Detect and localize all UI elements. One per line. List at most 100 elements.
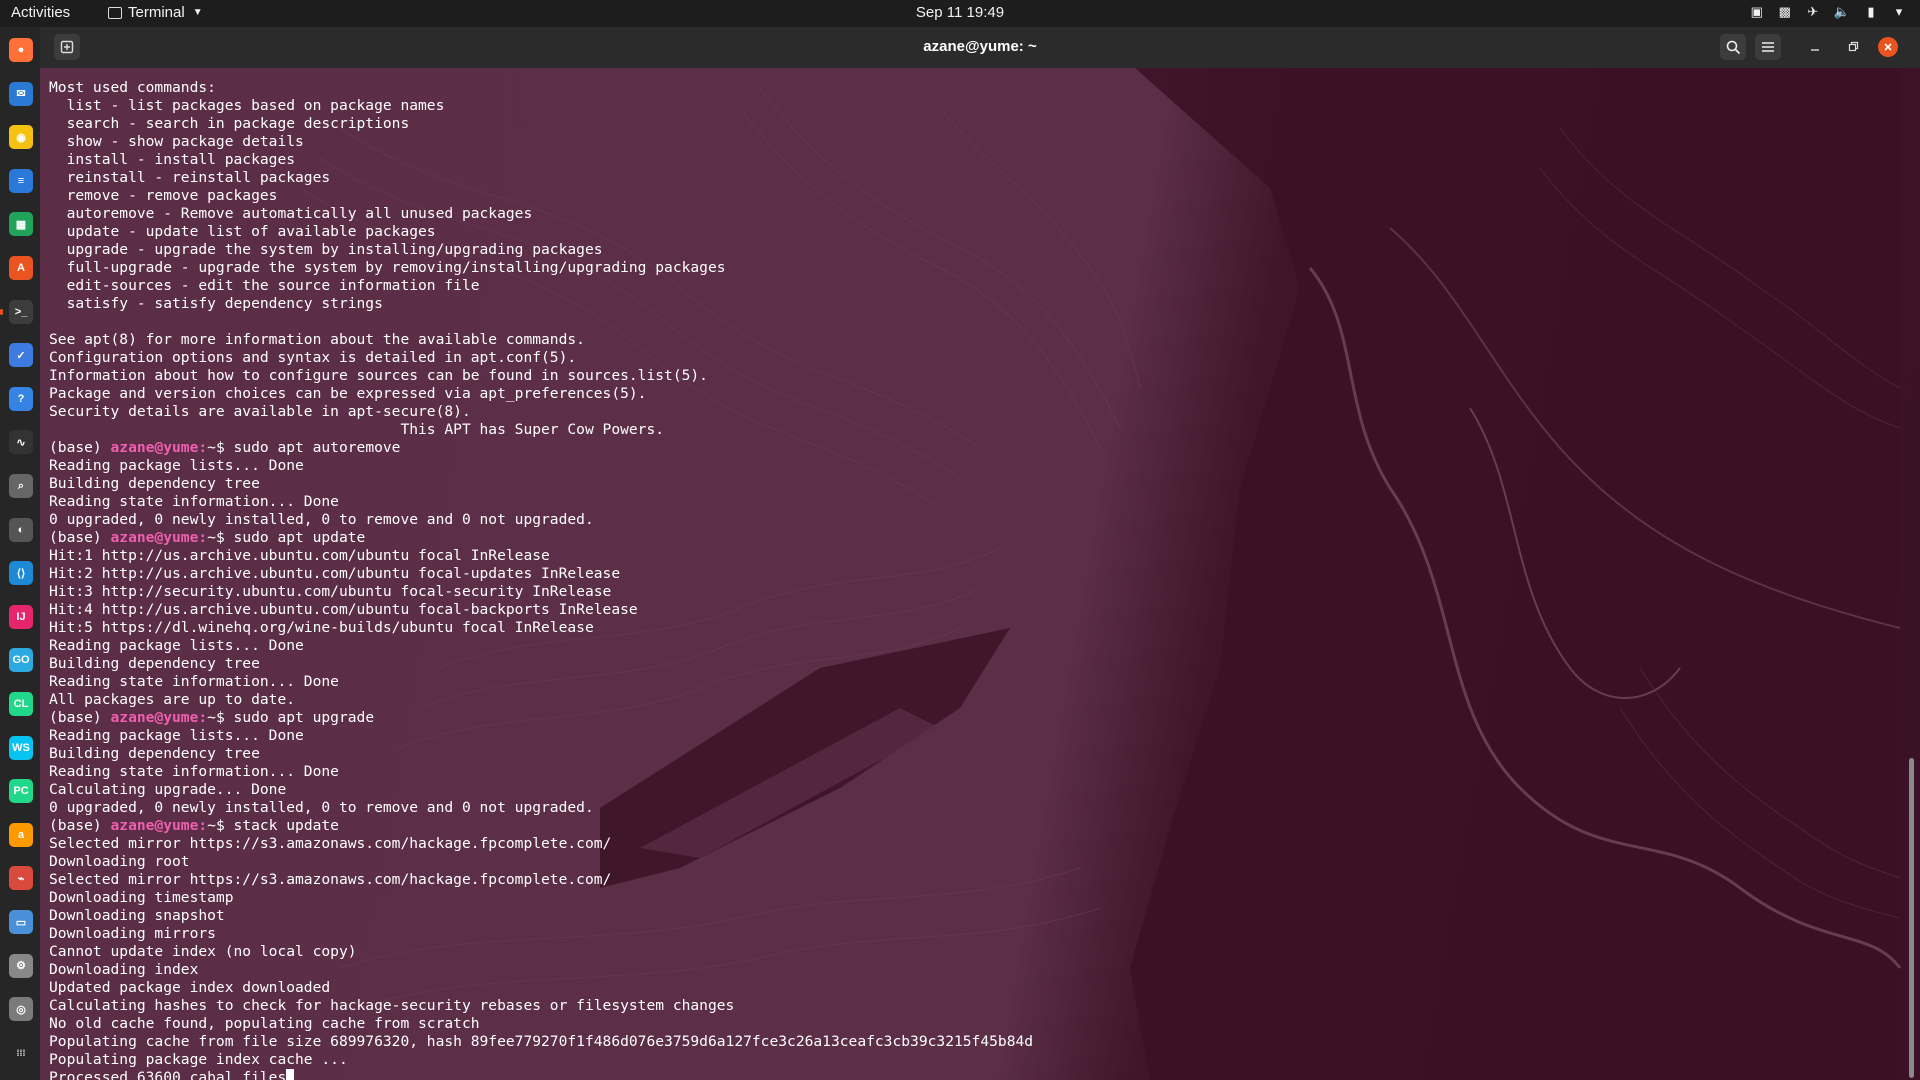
output-text: Updated package index downloaded — [49, 979, 331, 996]
battery-icon[interactable]: ▮ — [1864, 4, 1878, 20]
app-menu-label: Terminal — [128, 4, 185, 21]
vscode-icon[interactable]: ⟨⟩ — [9, 561, 33, 586]
vision-icon[interactable]: ◐ — [9, 517, 33, 542]
clock[interactable]: Sep 11 19:49 — [0, 4, 1920, 21]
output-text: This APT has Super Cow Powers. — [49, 421, 665, 438]
output-text: Reading package lists... Done — [49, 457, 304, 474]
system-menu-icon[interactable]: ▾ — [1892, 4, 1906, 20]
output-text: Selected mirror https://s3.amazonaws.com… — [49, 835, 612, 852]
terminal-line: Reading package lists... Done — [49, 727, 1889, 745]
webstorm-icon[interactable]: WS — [9, 735, 33, 760]
terminal-line: Downloading index — [49, 961, 1889, 979]
system-monitor-icon[interactable]: ∿ — [9, 430, 33, 455]
new-tab-button[interactable] — [54, 34, 80, 60]
close-button[interactable] — [1878, 37, 1898, 57]
terminal-line: list - list packages based on package na… — [49, 97, 1889, 115]
terminal-line: search - search in package descriptions — [49, 115, 1889, 133]
terminal-line: Reading package lists... Done — [49, 457, 1889, 475]
output-text: edit-sources - edit the source informati… — [49, 277, 480, 294]
output-text: Populating package index cache ... — [49, 1051, 348, 1068]
clion-icon[interactable]: CL — [9, 692, 33, 716]
help-icon[interactable]: ? — [9, 386, 33, 411]
prompt-path: ~$ — [207, 817, 234, 834]
scrollbar[interactable] — [1909, 758, 1914, 1078]
prompt-user: azane@yume: — [110, 709, 208, 726]
volume-icon[interactable]: 🔈 — [1834, 4, 1850, 20]
todo-icon[interactable]: ✓ — [9, 343, 33, 368]
firefox-icon[interactable]: ● — [9, 38, 33, 62]
pycharm-icon[interactable]: PC — [9, 779, 33, 804]
terminal-output[interactable]: Most used commands: list - list packages… — [49, 79, 1889, 1080]
disk-icon[interactable]: ◎ — [9, 997, 33, 1022]
vpn-icon[interactable]: ▩ — [1778, 4, 1792, 20]
prompt-env: (base) — [49, 709, 111, 726]
airplane-icon[interactable]: ✈ — [1806, 4, 1820, 20]
remote-desktop-icon[interactable]: ▭ — [9, 910, 33, 934]
prompt-path: ~$ — [207, 529, 234, 546]
calc-icon[interactable]: ▦ — [9, 212, 33, 237]
writer-icon[interactable]: ≡ — [9, 168, 33, 193]
output-text: full-upgrade - upgrade the system by rem… — [49, 259, 726, 276]
terminal-small-icon — [108, 6, 122, 19]
command-text: sudo apt upgrade — [233, 709, 375, 726]
activities-button[interactable]: Activities — [11, 4, 70, 21]
output-text: remove - remove packages — [49, 187, 278, 204]
minimize-button[interactable] — [1802, 34, 1828, 60]
terminal-line: Downloading snapshot — [49, 907, 1889, 925]
output-text: Downloading root — [49, 853, 190, 870]
top-bar: Activities Terminal ▼ Sep 11 19:49 ▣ ▩ ✈… — [0, 0, 1920, 27]
terminal-line: Package and version choices can be expre… — [49, 385, 1889, 403]
search-button[interactable] — [1720, 34, 1746, 60]
output-text: Calculating hashes to check for hackage-… — [49, 997, 735, 1014]
output-text: Security details are available in apt-se… — [49, 403, 471, 420]
maximize-button[interactable] — [1840, 34, 1866, 60]
settings-icon[interactable]: ⚙ — [9, 953, 33, 978]
rhythmbox-icon[interactable]: ◉ — [9, 125, 33, 150]
output-text: Hit:1 http://us.archive.ubuntu.com/ubunt… — [49, 547, 550, 564]
prompt-path: ~$ — [207, 709, 234, 726]
prompt-path: ~$ — [207, 439, 234, 456]
app-menu[interactable]: Terminal ▼ — [108, 4, 203, 21]
terminal-line: edit-sources - edit the source informati… — [49, 277, 1889, 295]
terminal-line: Hit:5 https://dl.winehq.org/wine-builds/… — [49, 619, 1889, 637]
network-icon[interactable]: ▣ — [1750, 4, 1764, 20]
terminal-line: Downloading timestamp — [49, 889, 1889, 907]
terminal-line: Downloading root — [49, 853, 1889, 871]
terminal-line: Building dependency tree — [49, 655, 1889, 673]
terminal-line: Building dependency tree — [49, 475, 1889, 493]
thunderbird-icon[interactable]: ✉ — [9, 81, 33, 106]
terminal-icon[interactable]: >_ — [9, 299, 33, 324]
terminal-prompt-line: (base) azane@yume:~$ stack update — [49, 817, 1889, 835]
goland-icon[interactable]: GO — [9, 648, 33, 673]
output-text: Downloading mirrors — [49, 925, 216, 942]
intellij-icon[interactable]: IJ — [9, 604, 33, 629]
terminal-line: reinstall - reinstall packages — [49, 169, 1889, 187]
output-text: Reading package lists... Done — [49, 637, 304, 654]
system-tray[interactable]: ▣ ▩ ✈ 🔈 ▮ ▾ — [1750, 4, 1906, 20]
software-icon[interactable]: A — [9, 256, 33, 280]
prompt-user: azane@yume: — [110, 817, 208, 834]
terminal-line: Information about how to configure sourc… — [49, 367, 1889, 385]
terminal-line: No old cache found, populating cache fro… — [49, 1015, 1889, 1033]
image-viewer-icon[interactable]: ⌕ — [9, 474, 33, 498]
terminal-prompt-line: (base) azane@yume:~$ sudo apt update — [49, 529, 1889, 547]
monitor-graph-icon[interactable]: ⌁ — [9, 866, 33, 891]
terminal-body[interactable]: Most used commands: list - list packages… — [40, 68, 1920, 1080]
amazon-icon[interactable]: a — [9, 822, 33, 847]
output-text: 0 upgraded, 0 newly installed, 0 to remo… — [49, 511, 594, 528]
show-apps-icon[interactable]: ⁞⁞⁞ — [9, 1040, 33, 1065]
chevron-down-icon: ▼ — [192, 7, 203, 18]
terminal-line: Populating cache from file size 68997632… — [49, 1033, 1889, 1051]
output-text: Calculating upgrade... Done — [49, 781, 287, 798]
terminal-line: update - update list of available packag… — [49, 223, 1889, 241]
output-text: update - update list of available packag… — [49, 223, 436, 240]
title-bar[interactable]: azane@yume: ~ — [40, 27, 1920, 68]
output-text: Hit:2 http://us.archive.ubuntu.com/ubunt… — [49, 565, 621, 582]
terminal-line: Selected mirror https://s3.amazonaws.com… — [49, 835, 1889, 853]
prompt-user: azane@yume: — [110, 439, 208, 456]
output-text: search - search in package descriptions — [49, 115, 410, 132]
output-text: Building dependency tree — [49, 475, 260, 492]
new-tab-icon — [60, 40, 74, 54]
menu-button[interactable] — [1755, 34, 1781, 60]
